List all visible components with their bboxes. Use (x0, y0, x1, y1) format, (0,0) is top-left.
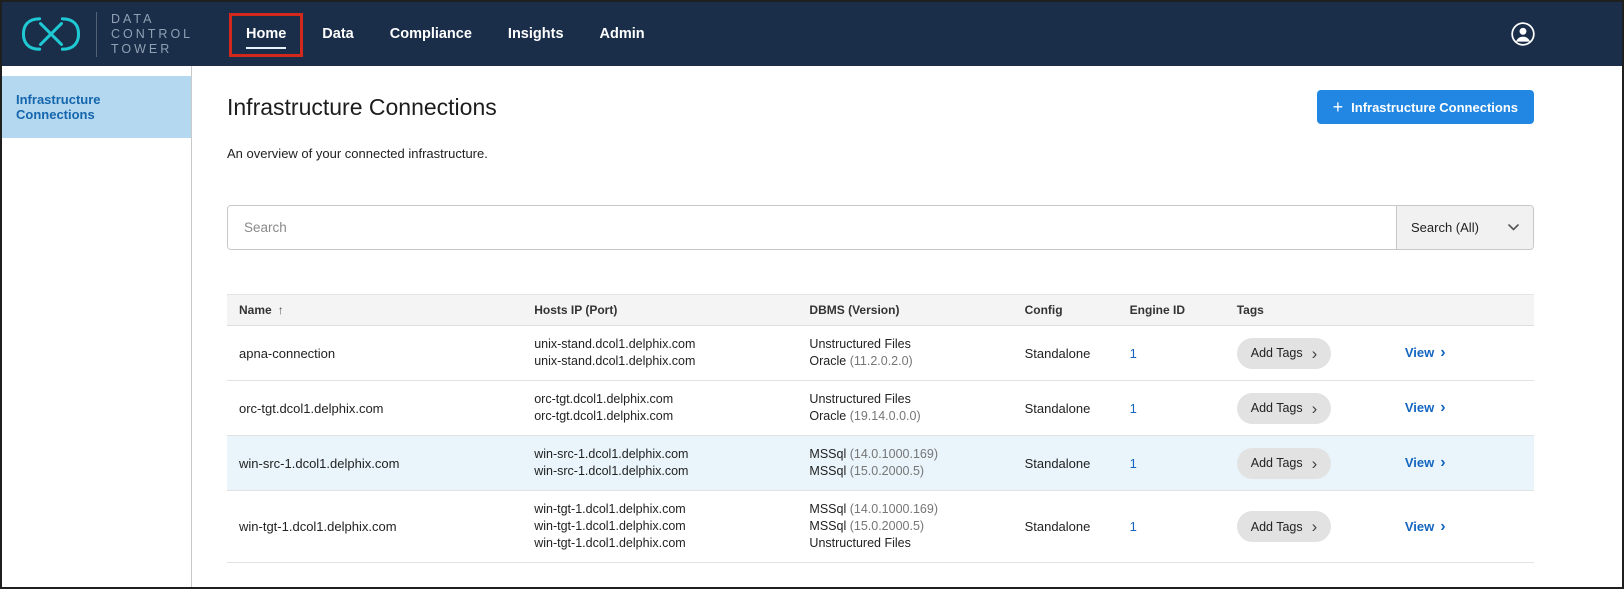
column-header (1393, 295, 1534, 326)
table-body: apna-connection unix-stand.dcol1.delphix… (227, 326, 1534, 563)
table-row[interactable]: orc-tgt.dcol1.delphix.com orc-tgt.dcol1.… (227, 381, 1534, 436)
chevron-right-icon: › (1312, 455, 1318, 472)
cell-config: Standalone (1013, 491, 1118, 563)
view-link[interactable]: View › (1405, 519, 1446, 534)
cell-name: win-src-1.dcol1.delphix.com (227, 436, 522, 491)
add-tags-label: Add Tags (1251, 346, 1303, 360)
nav-item-label: Admin (600, 26, 645, 42)
cell-hosts: win-src-1.dcol1.delphix.comwin-src-1.dco… (522, 436, 797, 491)
cell-name: win-tgt-1.dcol1.delphix.com (227, 491, 522, 563)
brand-wordmark: DATA CONTROL TOWER (96, 12, 193, 57)
table-row[interactable]: win-src-1.dcol1.delphix.com win-src-1.dc… (227, 436, 1534, 491)
chevron-down-icon (1508, 224, 1519, 231)
view-link[interactable]: View › (1405, 345, 1446, 360)
active-tab-underline (246, 47, 286, 49)
nav-item[interactable]: Admin (600, 26, 645, 42)
plus-icon: + (1333, 98, 1344, 116)
main-content: Infrastructure Connections + Infrastruct… (192, 66, 1622, 587)
add-tags-label: Add Tags (1251, 456, 1303, 470)
app-window: DATA CONTROL TOWER Home Data Compliance … (0, 0, 1624, 589)
nav-item[interactable]: Home (246, 26, 286, 42)
column-header[interactable]: Name↑ (227, 295, 522, 326)
add-tags-button[interactable]: Add Tags › (1237, 448, 1332, 479)
cell-dbms: MSSql (14.0.1000.169)MSSql (15.0.2000.5) (797, 436, 1012, 491)
view-link-label: View (1405, 455, 1434, 470)
view-link[interactable]: View › (1405, 400, 1446, 415)
add-tags-button[interactable]: Add Tags › (1237, 511, 1332, 542)
add-tags-button[interactable]: Add Tags › (1237, 393, 1332, 424)
cell-config: Standalone (1013, 436, 1118, 491)
view-link-label: View (1405, 345, 1434, 360)
nav-item[interactable]: Insights (508, 26, 564, 42)
add-tags-label: Add Tags (1251, 401, 1303, 415)
chevron-right-icon: › (1440, 344, 1445, 361)
sort-asc-icon: ↑ (278, 303, 284, 317)
nav-item-label: Insights (508, 26, 564, 42)
search-scope-dropdown[interactable]: Search (All) (1396, 206, 1533, 249)
column-header[interactable]: Tags (1225, 295, 1393, 326)
search-input[interactable] (228, 206, 1396, 249)
chevron-right-icon: › (1440, 518, 1445, 535)
search-bar: Search (All) (227, 205, 1534, 250)
cell-name: orc-tgt.dcol1.delphix.com (227, 381, 522, 436)
add-infrastructure-connections-button[interactable]: + Infrastructure Connections (1317, 90, 1534, 124)
engine-id-link[interactable]: 1 (1130, 456, 1137, 471)
nav-item-label: Home (246, 26, 286, 42)
page-title: Infrastructure Connections (227, 94, 497, 121)
nav-item-label: Data (322, 26, 353, 42)
engine-id-link[interactable]: 1 (1130, 519, 1137, 534)
user-account-icon[interactable] (1510, 21, 1536, 47)
add-button-label: Infrastructure Connections (1351, 100, 1518, 115)
sidebar: Infrastructure Connections (2, 66, 192, 587)
cell-config: Standalone (1013, 381, 1118, 436)
sidebar-item[interactable]: Infrastructure Connections (2, 76, 191, 138)
main-nav: Home Data Compliance Insights Admin (246, 26, 681, 42)
view-link-label: View (1405, 519, 1434, 534)
engine-id-link[interactable]: 1 (1130, 401, 1137, 416)
nav-item[interactable]: Data (322, 26, 353, 42)
top-navbar: DATA CONTROL TOWER Home Data Compliance … (2, 2, 1622, 66)
table-row[interactable]: win-tgt-1.dcol1.delphix.com win-tgt-1.dc… (227, 491, 1534, 563)
chevron-right-icon: › (1312, 518, 1318, 535)
infrastructure-connections-table: Name↑Hosts IP (Port)DBMS (Version)Config… (227, 294, 1534, 563)
cell-name: apna-connection (227, 326, 522, 381)
cell-config: Standalone (1013, 326, 1118, 381)
engine-id-link[interactable]: 1 (1130, 346, 1137, 361)
brand-logo: DATA CONTROL TOWER (2, 12, 192, 57)
add-tags-button[interactable]: Add Tags › (1237, 338, 1332, 369)
page-subtitle: An overview of your connected infrastruc… (227, 146, 1534, 161)
nav-item-label: Compliance (390, 26, 472, 42)
cell-dbms: Unstructured FilesOracle (11.2.0.2.0) (797, 326, 1012, 381)
table-header-row: Name↑Hosts IP (Port)DBMS (Version)Config… (227, 295, 1534, 326)
add-tags-label: Add Tags (1251, 520, 1303, 534)
chevron-right-icon: › (1440, 399, 1445, 416)
search-scope-label: Search (All) (1411, 220, 1479, 235)
column-header[interactable]: DBMS (Version) (797, 295, 1012, 326)
nav-item[interactable]: Compliance (390, 26, 472, 42)
chevron-right-icon: › (1312, 345, 1318, 362)
cell-dbms: Unstructured FilesOracle (19.14.0.0.0) (797, 381, 1012, 436)
view-link-label: View (1405, 400, 1434, 415)
table-row[interactable]: apna-connection unix-stand.dcol1.delphix… (227, 326, 1534, 381)
cell-hosts: orc-tgt.dcol1.delphix.comorc-tgt.dcol1.d… (522, 381, 797, 436)
cell-dbms: MSSql (14.0.1000.169)MSSql (15.0.2000.5)… (797, 491, 1012, 563)
cell-hosts: unix-stand.dcol1.delphix.comunix-stand.d… (522, 326, 797, 381)
column-header[interactable]: Config (1013, 295, 1118, 326)
chevron-right-icon: › (1440, 454, 1445, 471)
chevron-right-icon: › (1312, 400, 1318, 417)
column-header[interactable]: Hosts IP (Port) (522, 295, 797, 326)
cell-hosts: win-tgt-1.dcol1.delphix.comwin-tgt-1.dco… (522, 491, 797, 563)
view-link[interactable]: View › (1405, 455, 1446, 470)
delphix-logo-icon (20, 15, 82, 53)
column-header[interactable]: Engine ID (1118, 295, 1225, 326)
